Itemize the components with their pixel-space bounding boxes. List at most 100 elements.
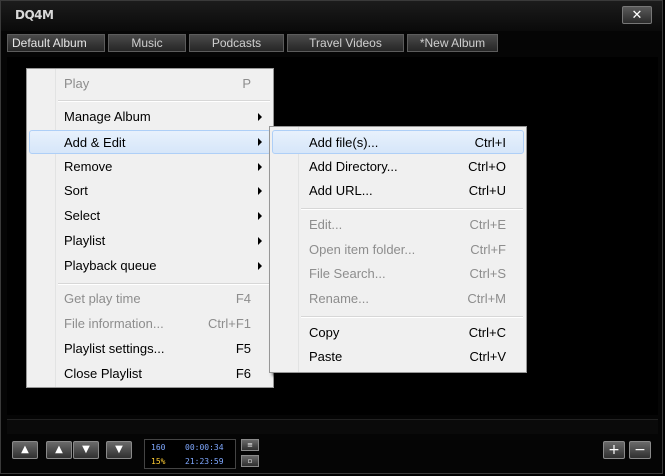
menu-item-label: Paste: [309, 349, 343, 364]
menu-item-shortcut: Ctrl+F1: [208, 316, 251, 331]
album-tabs: Default Album Music Podcasts Travel Vide…: [7, 34, 498, 54]
minus-icon: −: [634, 442, 646, 458]
display-toggle-button[interactable]: ▫: [241, 455, 259, 467]
menu-separator: [58, 283, 270, 285]
menu-item-shortcut: Ctrl+S: [469, 266, 506, 281]
tab-new-album[interactable]: *New Album: [407, 34, 498, 52]
menu-item-playback-queue[interactable]: Playback queue: [29, 254, 271, 278]
menu-item-open-item-folder[interactable]: Open item folder... Ctrl+F: [272, 238, 524, 262]
move-top-icon: ▲: [21, 444, 29, 455]
move-top-button[interactable]: ▲: [12, 441, 38, 459]
menu-separator: [301, 208, 523, 210]
menu-item-shortcut: Ctrl+C: [468, 325, 506, 340]
menu-item-label: Add file(s)...: [309, 135, 379, 150]
submenu-arrow-icon: [258, 237, 262, 245]
menu-item-get-play-time[interactable]: Get play time F4: [29, 287, 271, 311]
menu-item-shortcut: F6: [235, 366, 251, 381]
menu-item-remove[interactable]: Remove: [29, 155, 271, 179]
menu-item-paste[interactable]: Paste Ctrl+V: [272, 345, 524, 369]
menu-item-file-information[interactable]: File information... Ctrl+F1: [29, 312, 271, 336]
app-logo: DQ4M: [15, 8, 54, 22]
menu-item-label: Playlist: [64, 233, 106, 248]
menu-item-shortcut: Ctrl+I: [474, 135, 506, 150]
menu-item-add-directory[interactable]: Add Directory... Ctrl+O: [272, 155, 524, 179]
menu-item-label: Manage Album: [64, 109, 151, 124]
menu-item-select[interactable]: Select: [29, 204, 271, 228]
menu-item-shortcut: Ctrl+O: [468, 159, 506, 174]
menu-item-label: Copy: [309, 325, 340, 340]
menu-item-playlist[interactable]: Playlist: [29, 229, 271, 253]
menu-item-manage-album[interactable]: Manage Album: [29, 105, 271, 129]
square-icon: ▫: [247, 457, 253, 465]
move-bottom-icon: ▼: [115, 444, 123, 455]
menu-item-label: File information...: [64, 316, 164, 331]
menu-item-sort[interactable]: Sort: [29, 179, 271, 203]
add-button[interactable]: +: [603, 441, 625, 459]
submenu-arrow-icon: [258, 113, 262, 121]
menu-item-shortcut: F4: [235, 291, 251, 306]
menu-item-label: Edit...: [309, 217, 343, 232]
menu-item-copy[interactable]: Copy Ctrl+C: [272, 321, 524, 345]
status-strip: [7, 419, 658, 434]
move-up-button[interactable]: ▲: [46, 441, 72, 459]
menu-item-shortcut: P: [242, 76, 251, 91]
menu-item-label: Add & Edit: [64, 135, 126, 150]
clock-readout: 21:23:59: [185, 457, 224, 466]
menu-separator: [301, 316, 523, 318]
menu-item-playlist-settings[interactable]: Playlist settings... F5: [29, 337, 271, 361]
display-mode-button[interactable]: ≡: [241, 439, 259, 451]
title-bar[interactable]: DQ4M ✕: [1, 1, 662, 31]
tab-music[interactable]: Music: [108, 34, 186, 52]
menu-item-close-playlist[interactable]: Close Playlist F6: [29, 362, 271, 386]
menu-item-add-edit[interactable]: Add & Edit: [29, 130, 271, 154]
move-down-icon: ▼: [82, 444, 90, 455]
menu-item-add-url[interactable]: Add URL... Ctrl+U: [272, 179, 524, 203]
info-display: 160 00:00:34 15% 21:23:59: [144, 439, 236, 469]
menu-item-label: Play: [64, 76, 90, 91]
bitrate-readout: 160: [151, 443, 166, 452]
menu-item-label: Open item folder...: [309, 242, 416, 257]
menu-item-label: Get play time: [64, 291, 141, 306]
menu-item-shortcut: Ctrl+V: [469, 349, 506, 364]
menu-item-label: Remove: [64, 159, 113, 174]
move-bottom-button[interactable]: ▼: [106, 441, 132, 459]
submenu-arrow-icon: [258, 212, 262, 220]
tab-travel-videos[interactable]: Travel Videos: [287, 34, 404, 52]
menu-item-file-search[interactable]: File Search... Ctrl+S: [272, 262, 524, 286]
tab-default-album[interactable]: Default Album: [7, 34, 105, 52]
menu-item-label: Playlist settings...: [64, 341, 165, 356]
move-down-button[interactable]: ▼: [73, 441, 99, 459]
time-readout: 00:00:34: [185, 443, 224, 452]
submenu-arrow-icon: [258, 138, 262, 146]
menu-item-label: File Search...: [309, 266, 386, 281]
menu-item-label: Select: [64, 208, 101, 223]
menu-item-label: Add URL...: [309, 183, 373, 198]
add-edit-submenu: Add file(s)... Ctrl+I Add Directory... C…: [269, 126, 527, 373]
move-up-icon: ▲: [55, 444, 63, 455]
submenu-arrow-icon: [258, 262, 262, 270]
submenu-arrow-icon: [258, 163, 262, 171]
remove-button[interactable]: −: [629, 441, 651, 459]
menu-item-label: Add Directory...: [309, 159, 398, 174]
playlist-context-menu: Play P Manage Album Add & Edit Remove So…: [26, 68, 274, 388]
control-bar: ▲ ▲ ▼ ▼ 160 00:00:34 15% 21:23:59 ≡ ▫ + …: [1, 435, 662, 475]
percent-readout: 15%: [151, 457, 166, 466]
menu-item-label: Close Playlist: [64, 366, 143, 381]
menu-item-shortcut: Ctrl+F: [470, 242, 506, 257]
menu-item-add-files[interactable]: Add file(s)... Ctrl+I: [272, 130, 524, 154]
menu-item-edit[interactable]: Edit... Ctrl+E: [272, 213, 524, 237]
menu-item-shortcut: F5: [235, 341, 251, 356]
submenu-arrow-icon: [258, 187, 262, 195]
tab-podcasts[interactable]: Podcasts: [189, 34, 284, 52]
menu-item-shortcut: Ctrl+M: [467, 291, 506, 306]
plus-icon: +: [608, 442, 620, 458]
menu-item-label: Rename...: [309, 291, 369, 306]
lines-icon: ≡: [247, 441, 253, 449]
menu-item-shortcut: Ctrl+E: [469, 217, 506, 232]
close-button[interactable]: ✕: [622, 6, 652, 24]
menu-item-play[interactable]: Play P: [29, 72, 271, 96]
menu-item-label: Sort: [64, 183, 88, 198]
menu-item-label: Playback queue: [64, 258, 157, 273]
menu-item-shortcut: Ctrl+U: [468, 183, 506, 198]
menu-item-rename[interactable]: Rename... Ctrl+M: [272, 287, 524, 311]
